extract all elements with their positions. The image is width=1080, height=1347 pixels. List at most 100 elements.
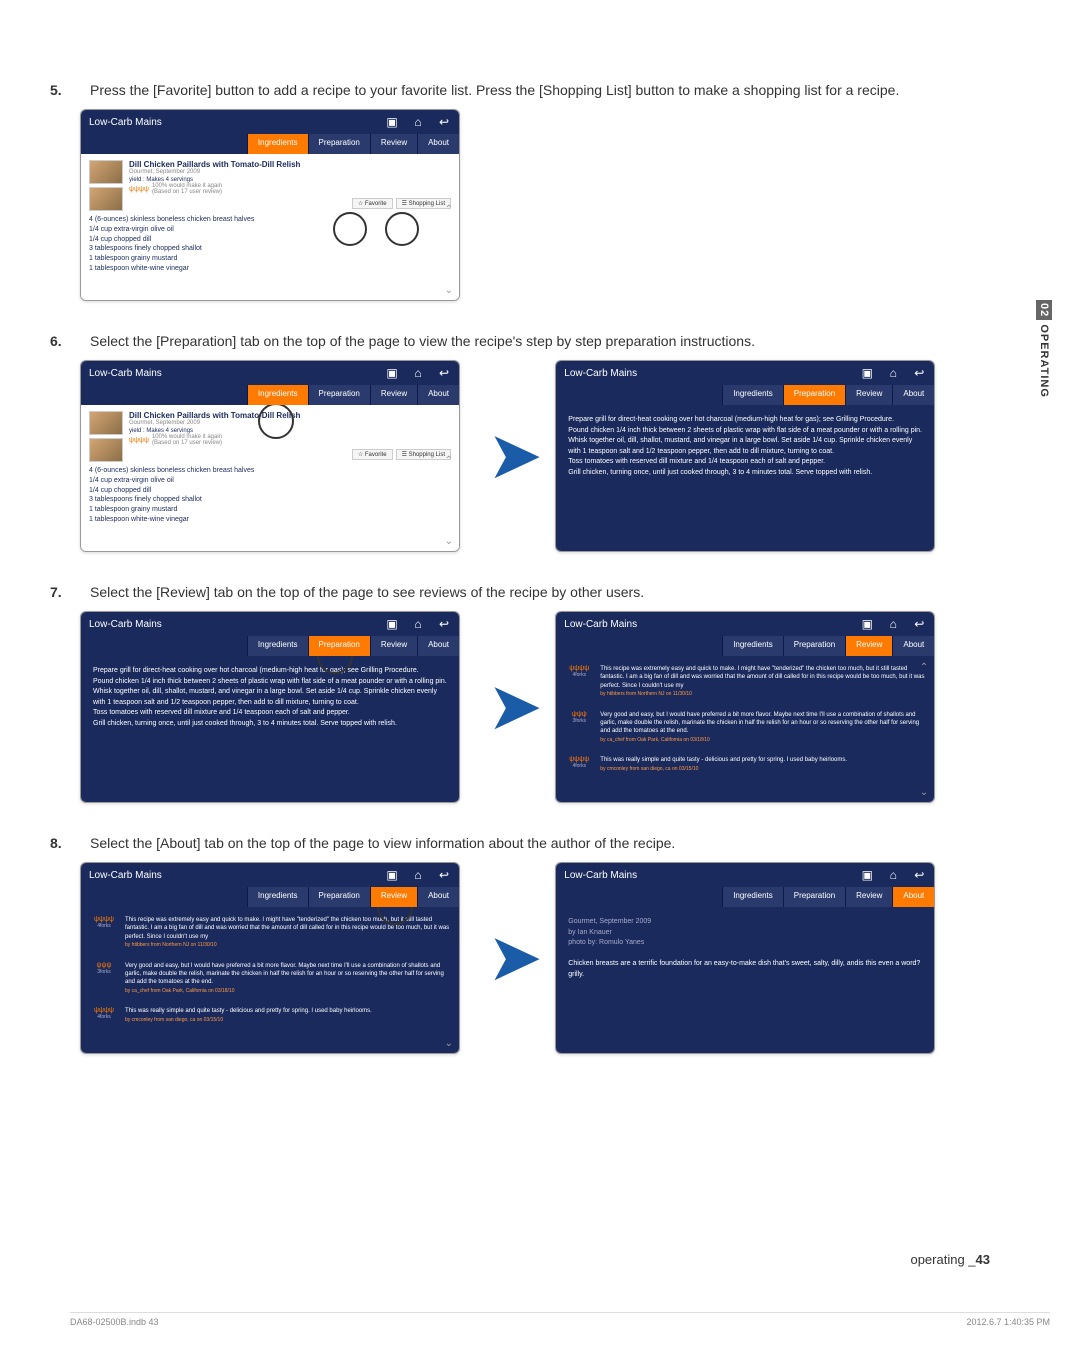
app-title: Low-Carb Mains xyxy=(564,368,637,379)
tabs-bar: Ingredients Preparation Review About xyxy=(81,385,459,405)
step-5-text: 5.Press the [Favorite] button to add a r… xyxy=(70,80,1010,101)
back-icon[interactable]: ↩ xyxy=(437,868,451,882)
forks-icon: ψψψψ xyxy=(89,1007,119,1014)
tab-ingredients[interactable]: Ingredients xyxy=(722,887,783,907)
tab-ingredients[interactable]: Ingredients xyxy=(247,636,308,656)
tab-preparation[interactable]: Preparation xyxy=(308,385,370,405)
tab-review[interactable]: Review xyxy=(845,636,892,656)
back-icon[interactable]: ↩ xyxy=(912,366,926,380)
home-icon[interactable]: ⌂ xyxy=(411,366,425,380)
screenshot-before-about: Low-Carb Mains ▣ ⌂ ↩ Ingredients Prepara… xyxy=(80,862,460,1054)
tab-preparation[interactable]: Preparation xyxy=(308,636,370,656)
forks-icon: ψψψ xyxy=(89,962,119,969)
forks-icon: ψψψψ xyxy=(89,916,119,923)
screenshot-preparation: Low-Carb Mains ▣ ⌂ ↩ Ingredients Prepara… xyxy=(555,360,935,552)
header-icons: ▣ ⌂ ↩ xyxy=(385,115,451,129)
tab-preparation[interactable]: Preparation xyxy=(308,887,370,907)
home-icon[interactable]: ⌂ xyxy=(886,366,900,380)
arrow-icon: ➤ xyxy=(490,672,525,742)
save-icon[interactable]: ▣ xyxy=(860,617,874,631)
favorite-button[interactable]: ☆ Favorite xyxy=(352,449,393,460)
header-icons: ▣ ⌂ ↩ xyxy=(385,366,451,380)
header-icons: ▣ ⌂ ↩ xyxy=(385,617,451,631)
header-icons: ▣ ⌂ ↩ xyxy=(860,366,926,380)
tabs-bar: Ingredients Preparation Review About xyxy=(556,636,934,656)
recipe-source: Gourmet, September 2009 xyxy=(129,169,451,175)
tabs-bar: Ingredients Preparation Review About xyxy=(81,887,459,907)
tab-preparation[interactable]: Preparation xyxy=(308,134,370,154)
save-icon[interactable]: ▣ xyxy=(385,617,399,631)
tab-preparation[interactable]: Preparation xyxy=(783,636,845,656)
tab-review[interactable]: Review xyxy=(370,385,417,405)
scroll-up-icon[interactable]: ⌃ xyxy=(445,204,453,215)
review-text: This recipe was extremely easy and quick… xyxy=(600,665,926,699)
tab-about[interactable]: About xyxy=(417,636,459,656)
content-area-reviews: ψψψψ4forks This recipe was extremely eas… xyxy=(556,656,934,802)
back-icon[interactable]: ↩ xyxy=(437,115,451,129)
recipe-thumb xyxy=(89,187,123,211)
preparation-text: Prepare grill for direct-heat cooking ov… xyxy=(564,411,926,482)
tab-about[interactable]: About xyxy=(892,887,934,907)
save-icon[interactable]: ▣ xyxy=(385,868,399,882)
step-5: 5.Press the [Favorite] button to add a r… xyxy=(70,80,1010,301)
scroll-down-icon[interactable]: ⌄ xyxy=(445,536,453,547)
app-title: Low-Carb Mains xyxy=(89,870,162,881)
tab-review[interactable]: Review xyxy=(845,385,892,405)
content-area: Dill Chicken Paillards with Tomato-Dill … xyxy=(81,154,459,300)
scroll-down-icon[interactable]: ⌄ xyxy=(445,285,453,296)
header-icons: ▣ ⌂ ↩ xyxy=(385,868,451,882)
tab-preparation[interactable]: Preparation xyxy=(783,385,845,405)
step-7-text: 7.Select the [Review] tab on the top of … xyxy=(70,582,1010,603)
back-icon[interactable]: ↩ xyxy=(912,868,926,882)
step-8: 8.Select the [About] tab on the top of t… xyxy=(70,833,1010,1054)
back-icon[interactable]: ↩ xyxy=(437,366,451,380)
forks-icon: ψψψψ xyxy=(564,756,594,763)
tab-review[interactable]: Review xyxy=(370,887,417,907)
screenshot-before-review: Low-Carb Mains ▣ ⌂ ↩ Ingredients Prepara… xyxy=(80,611,460,803)
page-footer: operating _43 xyxy=(910,1252,990,1267)
home-icon[interactable]: ⌂ xyxy=(411,617,425,631)
tab-about[interactable]: About xyxy=(417,385,459,405)
scroll-up-icon[interactable]: ⌃ xyxy=(920,662,928,673)
tabs-bar: Ingredients Preparation Review About xyxy=(81,636,459,656)
indb-footer: DA68-02500B.indb 43 2012.6.7 1:40:35 PM xyxy=(70,1312,1050,1327)
shopping-list-button[interactable]: ☰ Shopping List xyxy=(396,198,451,209)
save-icon[interactable]: ▣ xyxy=(860,868,874,882)
shopping-list-button[interactable]: ☰ Shopping List xyxy=(396,449,451,460)
home-icon[interactable]: ⌂ xyxy=(886,868,900,882)
content-area-prep: Prepare grill for direct-heat cooking ov… xyxy=(556,405,934,551)
back-icon[interactable]: ↩ xyxy=(437,617,451,631)
tab-preparation[interactable]: Preparation xyxy=(783,887,845,907)
tab-about[interactable]: About xyxy=(892,385,934,405)
home-icon[interactable]: ⌂ xyxy=(411,868,425,882)
recipe-thumb xyxy=(89,438,123,462)
favorite-button[interactable]: ☆ Favorite xyxy=(352,198,393,209)
tab-ingredients[interactable]: Ingredients xyxy=(722,385,783,405)
scroll-up-icon[interactable]: ⌃ xyxy=(445,455,453,466)
tab-review[interactable]: Review xyxy=(370,636,417,656)
save-icon[interactable]: ▣ xyxy=(385,115,399,129)
tab-about[interactable]: About xyxy=(417,134,459,154)
home-icon[interactable]: ⌂ xyxy=(886,617,900,631)
home-icon[interactable]: ⌂ xyxy=(411,115,425,129)
screenshot-favorite: Low-Carb Mains ▣ ⌂ ↩ Ingredients Prepara… xyxy=(80,109,460,301)
tab-about[interactable]: About xyxy=(417,887,459,907)
header-icons: ▣ ⌂ ↩ xyxy=(860,868,926,882)
scroll-down-icon[interactable]: ⌄ xyxy=(445,1038,453,1049)
recipe-title: Dill Chicken Paillards with Tomato-Dill … xyxy=(129,411,451,420)
review-item: ψψψ3forks Very good and easy, but I woul… xyxy=(89,959,451,999)
tab-ingredients[interactable]: Ingredients xyxy=(722,636,783,656)
tab-about[interactable]: About xyxy=(892,636,934,656)
tab-review[interactable]: Review xyxy=(845,887,892,907)
save-icon[interactable]: ▣ xyxy=(385,366,399,380)
tab-review[interactable]: Review xyxy=(370,134,417,154)
scroll-down-icon[interactable]: ⌄ xyxy=(920,787,928,798)
tab-ingredients[interactable]: Ingredients xyxy=(247,134,308,154)
tab-ingredients[interactable]: Ingredients xyxy=(247,385,308,405)
review-item: ψψψψ4forks This recipe was extremely eas… xyxy=(89,913,451,953)
back-icon[interactable]: ↩ xyxy=(912,617,926,631)
forks-icon: ψψψψ xyxy=(564,665,594,672)
review-text: Very good and easy, but I would have pre… xyxy=(125,962,451,996)
tab-ingredients[interactable]: Ingredients xyxy=(247,887,308,907)
save-icon[interactable]: ▣ xyxy=(860,366,874,380)
